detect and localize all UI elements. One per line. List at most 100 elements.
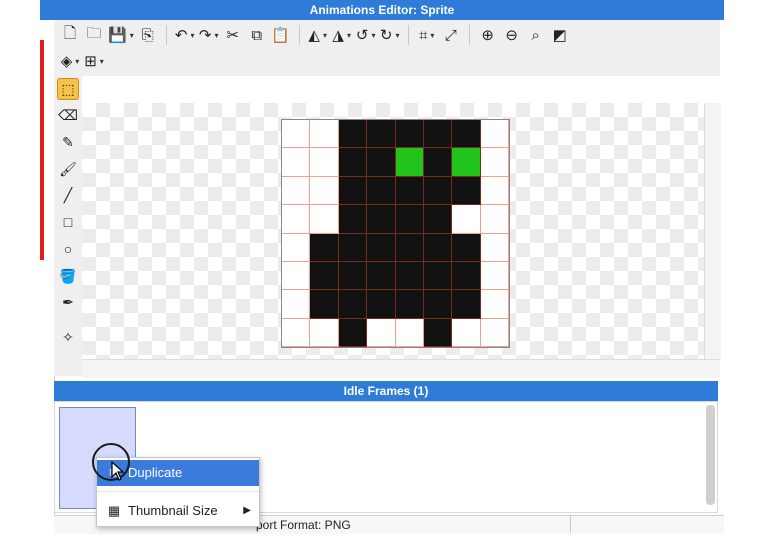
cut-button[interactable]: ✂: [221, 24, 245, 46]
paste-button[interactable]: 📋: [269, 24, 293, 46]
dropdown-arrow-icon[interactable]: ▾: [100, 57, 104, 66]
sprite-pixel[interactable]: [395, 233, 424, 262]
sprite-pixel[interactable]: [282, 120, 311, 149]
open-folder-button[interactable]: 🗀: [82, 24, 106, 46]
save-button[interactable]: 💾 ▾: [106, 24, 136, 46]
line-tool-icon[interactable]: ╱: [57, 184, 79, 206]
sprite-pixel[interactable]: [367, 290, 396, 319]
sprite-pixel[interactable]: [282, 290, 311, 319]
sprite-pixel[interactable]: [282, 148, 311, 177]
dropdown-arrow-icon[interactable]: ▾: [214, 31, 218, 40]
sprite-pixel[interactable]: [480, 205, 509, 234]
sprite-pixel[interactable]: [338, 148, 368, 177]
sprite-pixel[interactable]: [480, 233, 509, 262]
sprite-pixel[interactable]: [423, 148, 453, 177]
sprite-pixel[interactable]: [367, 318, 396, 347]
rotate-right-button[interactable]: ↻ ▾: [378, 24, 402, 46]
sprite-pixel[interactable]: [367, 261, 396, 291]
zoom-in-button[interactable]: ⊕: [476, 24, 500, 46]
resize-button[interactable]: ⤢: [439, 24, 463, 46]
sprite-pixel[interactable]: [310, 176, 339, 206]
sprite-pixel[interactable]: [367, 120, 396, 149]
sprite-pixel[interactable]: [282, 205, 311, 234]
sprite-pixel[interactable]: [395, 120, 424, 149]
rotate-left-button[interactable]: ↺ ▾: [354, 24, 378, 46]
selection-tool-icon[interactable]: ⬚: [57, 78, 79, 100]
new-file-button[interactable]: 🗋: [58, 24, 82, 46]
sprite-pixel[interactable]: [367, 233, 396, 262]
sprite-pixel[interactable]: [423, 233, 453, 262]
sprite-pixel[interactable]: [367, 205, 396, 234]
sprite-pixel[interactable]: [282, 318, 311, 347]
sprite-pixel[interactable]: [452, 290, 481, 319]
dropdown-arrow-icon[interactable]: ▾: [75, 57, 79, 66]
sprite-pixel[interactable]: [282, 261, 311, 291]
dropdown-arrow-icon[interactable]: ▾: [190, 31, 194, 40]
sprite-pixel[interactable]: [395, 176, 424, 206]
frames-scrollbar[interactable]: [706, 405, 715, 505]
zoom-out-button[interactable]: ⊖: [500, 24, 524, 46]
sprite-pixel[interactable]: [395, 205, 424, 234]
sprite-pixel[interactable]: [423, 120, 453, 149]
menu-item-thumbnail-size[interactable]: ▦ Thumbnail Size ▶: [97, 498, 259, 524]
sprite-pixel[interactable]: [480, 120, 509, 149]
sprite-pixel[interactable]: [338, 205, 368, 234]
sprite-pixel[interactable]: [282, 233, 311, 262]
sprite-pixel[interactable]: [423, 176, 453, 206]
canvas-horizontal-scrollbar[interactable]: [82, 359, 720, 378]
export-button[interactable]: ⎘: [136, 24, 160, 46]
sprite-pixel[interactable]: [310, 290, 339, 319]
sprite-pixel[interactable]: [338, 233, 368, 262]
sprite-pixel[interactable]: [338, 176, 368, 206]
sprite-pixel[interactable]: [395, 261, 424, 291]
canvas-vertical-scrollbar[interactable]: [704, 103, 721, 359]
sprite-pixel[interactable]: [282, 176, 311, 206]
layers-button[interactable]: ◈ ▾: [58, 50, 82, 72]
sprite-pixel[interactable]: [338, 120, 368, 149]
sprite-pixel[interactable]: [480, 318, 509, 347]
sprite-pixel[interactable]: [452, 148, 481, 177]
brush-tool-icon[interactable]: 🖌: [57, 158, 79, 180]
flip-vertical-button[interactable]: ◮ ▾: [330, 24, 354, 46]
sprite-pixel[interactable]: [395, 148, 424, 177]
dropdown-arrow-icon[interactable]: ▾: [130, 31, 134, 40]
sprite-pixel[interactable]: [480, 148, 509, 177]
sprite-pixel[interactable]: [310, 233, 339, 262]
sprite-pixel[interactable]: [452, 205, 481, 234]
sprite-pixel[interactable]: [423, 318, 453, 347]
center-tool-icon[interactable]: ✧: [57, 326, 79, 348]
crop-button[interactable]: ⌗ ▾: [415, 24, 439, 46]
eyedropper-tool-icon[interactable]: ✒: [57, 291, 79, 313]
dropdown-arrow-icon[interactable]: ▾: [371, 31, 375, 40]
fill-bucket-tool-icon[interactable]: 🪣: [57, 265, 79, 287]
sprite-pixel[interactable]: [452, 120, 481, 149]
sprite-pixel[interactable]: [452, 176, 481, 206]
sprite-pixel[interactable]: [395, 290, 424, 319]
dropdown-arrow-icon[interactable]: ▾: [347, 31, 351, 40]
flip-horizontal-button[interactable]: ◭ ▾: [306, 24, 330, 46]
sprite-pixel[interactable]: [480, 176, 509, 206]
ellipse-tool-icon[interactable]: ○: [57, 238, 79, 260]
sprite-pixel[interactable]: [310, 318, 339, 347]
copy-button[interactable]: ⧉: [245, 24, 269, 46]
dropdown-arrow-icon[interactable]: ▾: [395, 31, 399, 40]
sprite-pixel[interactable]: [367, 176, 396, 206]
sprite-pixel[interactable]: [423, 205, 453, 234]
sprite-pixel[interactable]: [310, 148, 339, 177]
sprite-pixel[interactable]: [367, 148, 396, 177]
dropdown-arrow-icon[interactable]: ▾: [323, 31, 327, 40]
zoom-fit-button[interactable]: ⌕: [524, 24, 548, 46]
redo-button[interactable]: ↷ ▾: [197, 24, 221, 46]
sprite-pixel[interactable]: [310, 205, 339, 234]
sprite-pixel[interactable]: [480, 261, 509, 291]
sprite-pixel[interactable]: [423, 290, 453, 319]
sprite-pixel[interactable]: [310, 120, 339, 149]
rectangle-tool-icon[interactable]: □: [57, 211, 79, 233]
sprite-pixel[interactable]: [310, 261, 339, 291]
grid-button[interactable]: ⊞ ▾: [82, 50, 106, 72]
sprite-pixel[interactable]: [338, 290, 368, 319]
pencil-tool-icon[interactable]: ✎: [57, 131, 79, 153]
invert-colors-button[interactable]: ◩: [548, 24, 572, 46]
undo-button[interactable]: ↶ ▾: [173, 24, 197, 46]
sprite-pixel[interactable]: [452, 233, 481, 262]
